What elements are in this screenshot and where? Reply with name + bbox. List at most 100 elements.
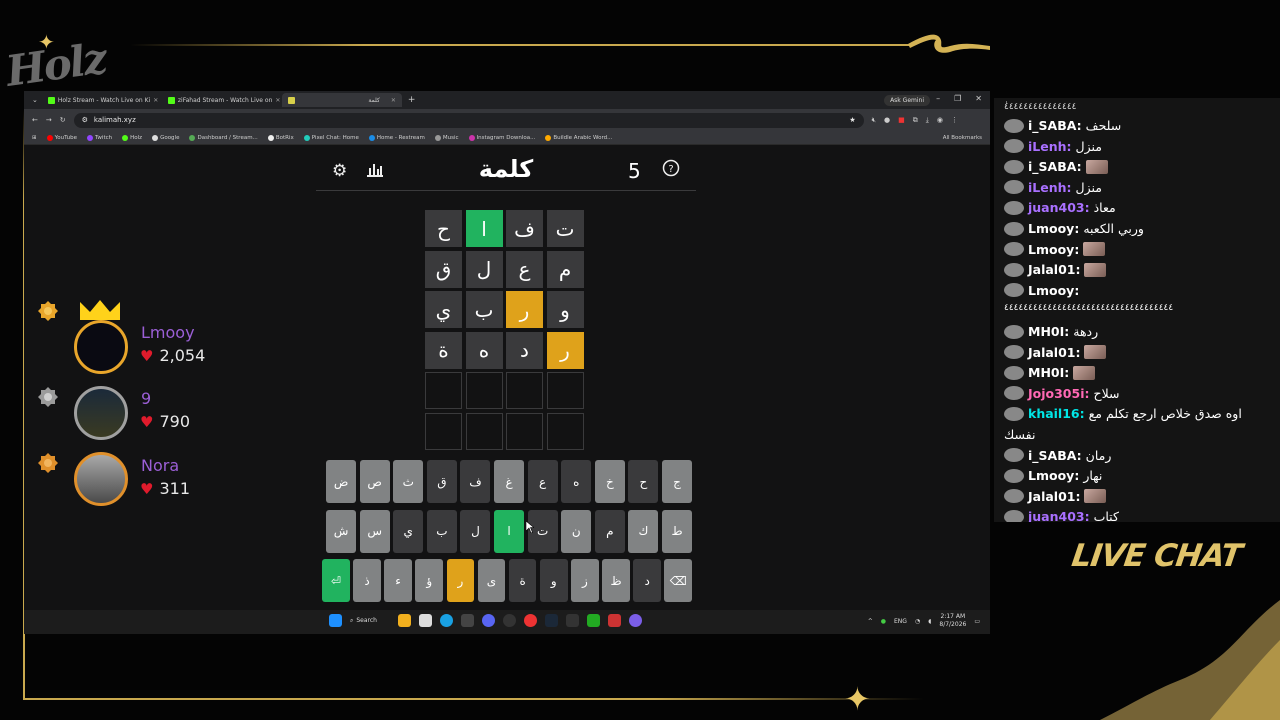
clock[interactable]: 2:17 AM 8/7/2026 (939, 613, 966, 629)
chat-username[interactable]: i_SABA: (1028, 448, 1082, 463)
chat-username[interactable]: Lmooy: (1028, 221, 1079, 236)
apps-icon[interactable]: ⊞ (32, 135, 37, 141)
key[interactable]: ب (426, 509, 457, 553)
chat-username[interactable]: Jalal01: (1028, 262, 1080, 277)
taskbar-search[interactable]: ⌕ Search (350, 617, 390, 625)
chat-username[interactable]: Lmooy: (1028, 468, 1079, 483)
key[interactable]: ة (508, 559, 537, 602)
bookmark-botrix[interactable]: BotRix (267, 134, 294, 141)
chat-username[interactable]: juan403: (1028, 200, 1090, 215)
key[interactable]: ح (628, 460, 659, 503)
key[interactable]: ث (393, 460, 424, 503)
wifi-icon[interactable]: ◔ (915, 618, 920, 625)
restore-icon[interactable]: ❐ (954, 94, 961, 103)
bookmark-music[interactable]: Music (434, 134, 459, 141)
close-tab-icon[interactable]: ✕ (275, 97, 280, 104)
minimize-icon[interactable]: – (936, 94, 940, 103)
bookmark-twitch[interactable]: Twitch (86, 134, 112, 141)
key[interactable]: و (539, 559, 568, 602)
profile-icon[interactable]: ◉ (937, 116, 943, 124)
app-icon[interactable] (461, 614, 474, 627)
url-field[interactable]: ⚙ kalimah.xyz ★ (73, 112, 864, 128)
bookmark-restream[interactable]: Home - Restream (368, 134, 425, 141)
site-info-icon[interactable]: ⚙ (82, 116, 88, 124)
key[interactable]: ع (527, 460, 558, 503)
key[interactable]: ذ (353, 559, 381, 602)
chat-username[interactable]: MH0I: (1028, 324, 1069, 339)
chat-username[interactable]: iLenh: (1028, 139, 1072, 154)
key[interactable]: ا (494, 509, 525, 553)
bookmark-holz[interactable]: Holz (122, 134, 142, 141)
app-icon[interactable] (608, 614, 621, 627)
record-extension-icon[interactable]: ■ (898, 116, 905, 124)
key[interactable]: ر (446, 559, 475, 602)
app-icon[interactable] (566, 614, 579, 627)
ask-gemini-button[interactable]: Ask Gemini (884, 94, 930, 106)
extension-icon[interactable]: ● (884, 116, 890, 124)
notifications-icon[interactable]: ▭ (974, 618, 980, 625)
key[interactable]: م (594, 509, 625, 553)
chat-username[interactable]: khail16: (1028, 406, 1085, 421)
key[interactable]: ن (561, 509, 592, 553)
app-icon[interactable] (587, 614, 600, 627)
key[interactable]: ه (561, 460, 592, 503)
chat-username[interactable]: Lmooy: (1028, 283, 1079, 298)
chat-username[interactable]: Jalal01: (1028, 345, 1080, 360)
key[interactable]: خ (594, 460, 625, 503)
bookmark-youtube[interactable]: YouTube (46, 134, 77, 141)
enter-key[interactable]: ⏎ (322, 559, 350, 602)
key[interactable]: ض (326, 460, 357, 503)
mic-icon[interactable]: ● (881, 618, 886, 625)
extensions-icon[interactable]: ⧉ (913, 116, 918, 125)
download-icon[interactable]: ⤓ (926, 116, 929, 125)
chat-username[interactable]: Jalal01: (1028, 489, 1080, 504)
menu-icon[interactable]: ⋮ (951, 116, 958, 124)
close-window-icon[interactable]: ✕ (975, 94, 982, 103)
tab-kalimah[interactable]: كلمة ✕ (281, 93, 402, 107)
key[interactable]: ؤ (415, 559, 443, 602)
key[interactable]: ج (662, 460, 692, 503)
bookmark-pixel-chat[interactable]: Pixel Chat: Home (303, 134, 359, 141)
key[interactable]: ى (477, 559, 506, 602)
chat-username[interactable]: Lmooy: (1028, 242, 1079, 257)
back-icon[interactable]: ← (32, 116, 38, 124)
close-tab-icon[interactable]: ✕ (153, 97, 158, 104)
key[interactable]: ف (460, 460, 491, 503)
mute-icon[interactable]: 🔇︎ (872, 116, 876, 125)
chat-username[interactable]: i_SABA: (1028, 159, 1082, 174)
help-icon[interactable]: ? (662, 159, 680, 182)
key[interactable]: ل (460, 509, 491, 553)
reload-icon[interactable]: ↻ (60, 116, 66, 124)
discord-icon[interactable] (482, 614, 495, 627)
bookmark-instagram[interactable]: Instagram Downloa... (468, 134, 535, 141)
chevron-up-icon[interactable]: ^ (868, 618, 873, 625)
chat-username[interactable]: MH0I: (1028, 365, 1069, 380)
edge-icon[interactable] (440, 614, 453, 627)
key[interactable]: ط (662, 509, 692, 553)
chat-username[interactable]: juan403: (1028, 509, 1090, 522)
chat-username[interactable]: Jojo305i: (1028, 386, 1090, 401)
forward-icon[interactable]: → (46, 116, 52, 124)
chat-username[interactable]: iLenh: (1028, 180, 1072, 195)
obs-icon[interactable] (503, 614, 516, 627)
new-tab-icon[interactable]: + (402, 95, 416, 105)
backspace-key[interactable]: ⌫ (664, 559, 692, 602)
tab-list-icon[interactable]: ⌄ (28, 96, 42, 104)
key[interactable]: ي (393, 509, 424, 553)
language-indicator[interactable]: ENG (894, 618, 907, 625)
key[interactable]: غ (494, 460, 525, 503)
tab-zifahad-stream[interactable]: ziFahad Stream - Watch Live on ✕ (162, 93, 282, 107)
key[interactable]: ق (426, 460, 457, 503)
key[interactable]: ز (571, 559, 599, 602)
windows-start-icon[interactable] (329, 614, 342, 627)
chat-username[interactable]: i_SABA: (1028, 118, 1082, 133)
app-icon[interactable] (629, 614, 642, 627)
volume-icon[interactable]: ◖ (928, 618, 931, 625)
key[interactable]: ش (326, 509, 357, 553)
key[interactable]: ك (628, 509, 659, 553)
store-icon[interactable] (419, 614, 432, 627)
bookmark-star-icon[interactable]: ★ (849, 116, 855, 124)
file-explorer-icon[interactable] (398, 614, 411, 627)
all-bookmarks[interactable]: All Bookmarks (943, 135, 982, 141)
tab-holz-stream[interactable]: Holz Stream - Watch Live on Ki ✕ (42, 93, 162, 107)
